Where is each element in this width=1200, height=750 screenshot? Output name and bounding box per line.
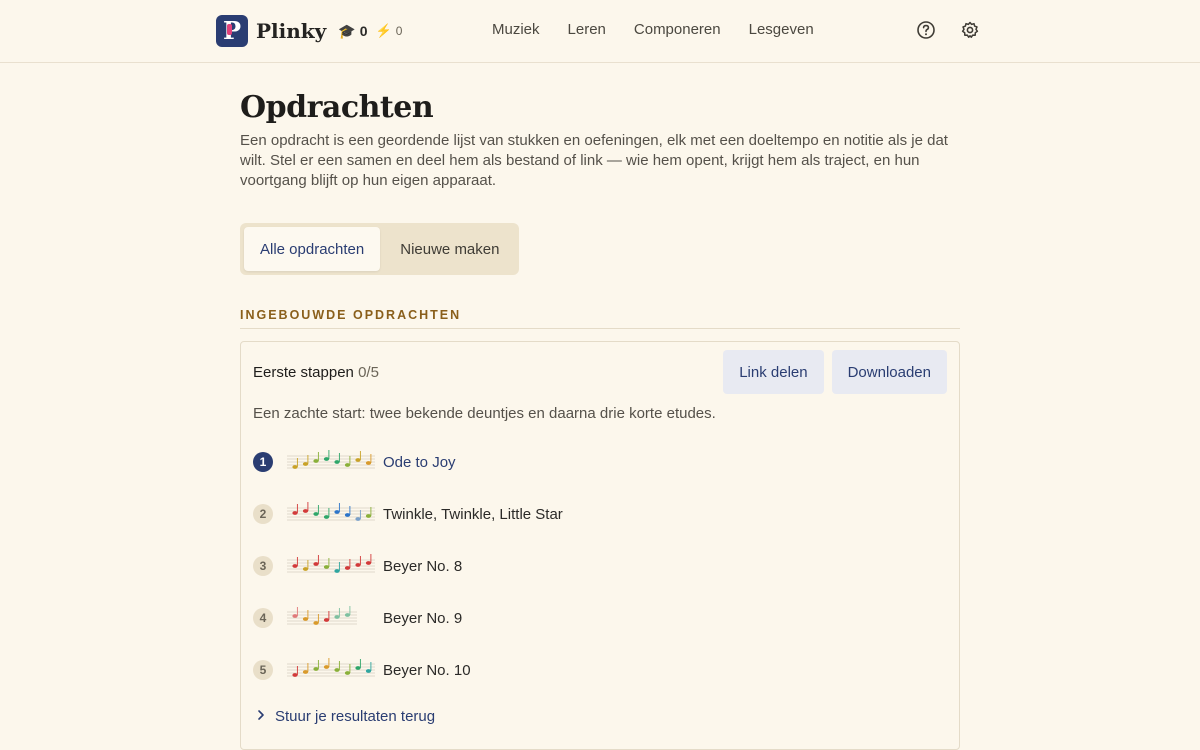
- logo-icon: P: [216, 15, 248, 47]
- note-head: [292, 511, 298, 515]
- note-head: [313, 459, 319, 463]
- user-stats: 🎓 0 ⚡ 0: [338, 23, 402, 40]
- item-title[interactable]: Beyer No. 8: [383, 558, 462, 575]
- staff-preview-icon: [287, 502, 375, 521]
- graduation-cap-icon: 🎓: [338, 22, 356, 39]
- note-head: [323, 618, 330, 622]
- streak-count: 0: [359, 23, 368, 39]
- note-head: [344, 513, 351, 517]
- staff-preview-icon: [287, 606, 357, 625]
- item-title[interactable]: Beyer No. 10: [383, 662, 471, 679]
- item-number: 2: [253, 504, 273, 524]
- staff-preview-icon: [287, 554, 375, 573]
- note-head: [323, 665, 330, 669]
- nav-item-muziek[interactable]: Muziek: [492, 21, 540, 38]
- note-head: [313, 621, 319, 625]
- note-head: [302, 617, 309, 621]
- logo-accent: [227, 24, 232, 35]
- note-head: [302, 567, 309, 571]
- settings-icon[interactable]: [960, 20, 980, 40]
- logo-area[interactable]: P Plinky 🎓 0 ⚡ 0: [216, 15, 402, 47]
- list-item[interactable]: 2 Twinkle, Twinkle, Little Star: [253, 488, 947, 540]
- assignment-title: Eerste stappen: [253, 363, 354, 381]
- item-title[interactable]: Twinkle, Twinkle, Little Star: [383, 506, 563, 523]
- tab-all-assignments[interactable]: Alle opdrachten: [244, 227, 381, 271]
- help-icon[interactable]: [916, 20, 936, 40]
- assignment-description: Een zachte start: twee bekende deuntjes …: [253, 405, 716, 422]
- item-number: 1: [253, 452, 273, 472]
- main-nav: Muziek Leren Componeren Lesgeven: [492, 21, 814, 38]
- note-head: [344, 671, 351, 675]
- top-bar: P Plinky 🎓 0 ⚡ 0 Muziek Leren Componeren…: [0, 0, 1200, 63]
- note-head: [313, 562, 319, 566]
- note-head: [365, 514, 372, 518]
- card-actions: Link delen Downloaden: [723, 350, 947, 394]
- note-head: [344, 566, 351, 570]
- note-head: [355, 666, 361, 670]
- note-head: [355, 517, 361, 521]
- note-head: [323, 515, 330, 519]
- section-label: INGEBOUWDE OPDRACHTEN: [240, 308, 960, 329]
- list-item[interactable]: 5 Beyer No. 10: [253, 644, 947, 696]
- staff-preview-icon: [287, 658, 375, 677]
- brand-name: Plinky: [256, 19, 327, 43]
- bolt-icon: ⚡: [375, 23, 392, 38]
- note-head: [323, 457, 330, 461]
- note-head: [292, 564, 298, 568]
- item-title[interactable]: Ode to Joy: [383, 454, 456, 471]
- note-head: [334, 569, 340, 573]
- note-head: [334, 510, 340, 514]
- send-results-toggle[interactable]: Stuur je resultaten terug: [253, 708, 947, 725]
- page-title: Opdrachten: [240, 90, 434, 125]
- note-head: [292, 465, 298, 469]
- note-head: [313, 667, 319, 671]
- view-switcher: Alle opdrachten Nieuwe maken: [240, 223, 520, 275]
- note-head: [334, 460, 340, 464]
- item-number: 5: [253, 660, 273, 680]
- list-item[interactable]: 4 Beyer No. 9: [253, 592, 947, 644]
- note-head: [344, 613, 351, 617]
- item-title[interactable]: Beyer No. 9: [383, 610, 462, 627]
- note-head: [302, 670, 309, 674]
- list-item[interactable]: 1 Ode to Joy: [253, 436, 947, 488]
- share-link-button[interactable]: Link delen: [723, 350, 824, 394]
- item-number: 4: [253, 608, 273, 628]
- note-head: [355, 563, 361, 567]
- note-head: [344, 463, 351, 467]
- note-head: [365, 669, 372, 673]
- energy-count: 0: [395, 24, 403, 38]
- item-number: 3: [253, 556, 273, 576]
- card-header: Eerste stappen 0/5 Link delen Downloaden: [253, 350, 947, 394]
- note-head: [334, 615, 340, 619]
- note-head: [334, 668, 340, 672]
- assignment-progress: 0/5: [358, 363, 379, 381]
- nav-item-lesgeven[interactable]: Lesgeven: [749, 21, 814, 38]
- assignment-items: 1 Ode to Joy 2 Twinkle, Twinkle, Little …: [253, 436, 947, 696]
- note-head: [302, 509, 309, 513]
- assignment-card: Eerste stappen 0/5 Link delen Downloaden…: [240, 341, 960, 750]
- note-head: [355, 458, 361, 462]
- note-head: [323, 565, 330, 569]
- send-results-label: Stuur je resultaten terug: [275, 708, 436, 725]
- list-item[interactable]: 3 Beyer No. 8: [253, 540, 947, 592]
- note-head: [365, 561, 372, 565]
- note-head: [313, 512, 319, 516]
- nav-item-leren[interactable]: Leren: [568, 21, 606, 38]
- note-head: [365, 461, 372, 465]
- tab-new-assignment[interactable]: Nieuwe maken: [384, 227, 515, 271]
- main-content: Opdrachten Een opdracht is een geordende…: [240, 63, 960, 750]
- assignment-title-row: Eerste stappen 0/5: [253, 364, 379, 381]
- download-button[interactable]: Downloaden: [831, 350, 947, 394]
- chevron-right-icon: [255, 708, 267, 725]
- note-head: [292, 673, 298, 677]
- page-intro: Een opdracht is een geordende lijst van …: [240, 132, 948, 189]
- top-icons: [916, 20, 980, 40]
- note-head: [302, 462, 309, 466]
- note-head: [292, 614, 298, 618]
- nav-item-componeren[interactable]: Componeren: [634, 21, 721, 38]
- staff-preview-icon: [287, 450, 375, 469]
